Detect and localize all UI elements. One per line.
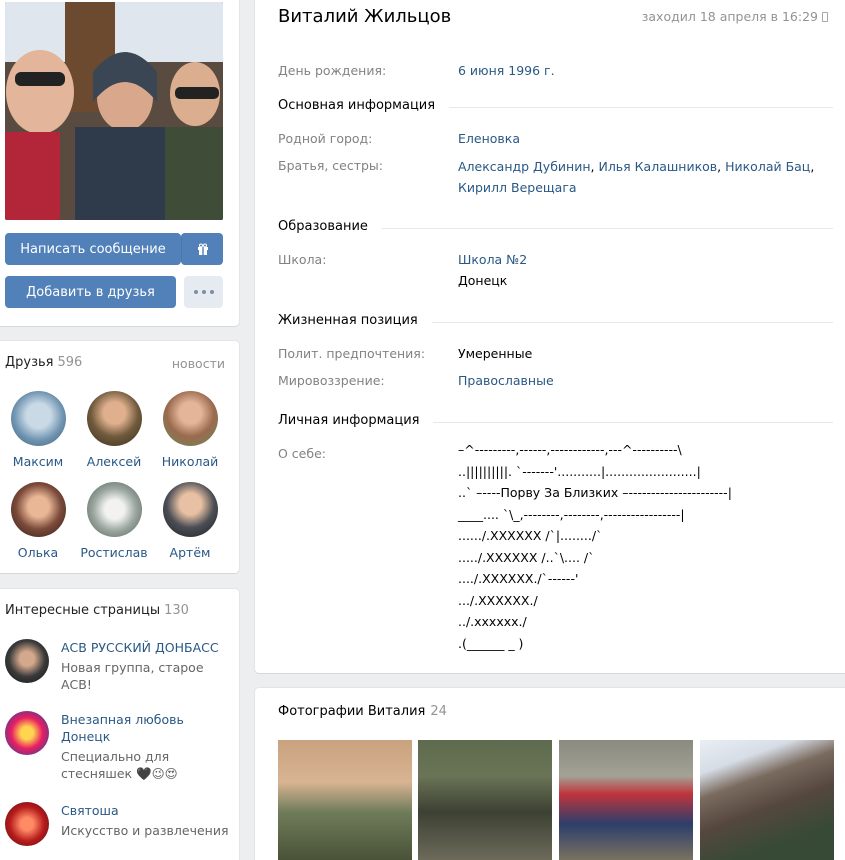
mobile-phone-icon: [822, 12, 828, 22]
interesting-pages-card: Интересные страницы 130 АСВ РУССКИЙ ДОНБА…: [0, 589, 239, 860]
friend-name[interactable]: Олька: [0, 545, 76, 560]
gift-icon: [197, 243, 208, 255]
sibling-link[interactable]: Александр Дубинин: [458, 159, 591, 174]
section-title: Образование: [278, 219, 382, 234]
photos-header[interactable]: Фотографии Виталия 24: [278, 704, 447, 719]
profile-avatar[interactable]: [5, 2, 223, 220]
send-message-button[interactable]: Написать сообщение: [5, 233, 181, 265]
page-title[interactable]: Святоша: [61, 802, 231, 819]
add-friend-button[interactable]: Добавить в друзья: [5, 276, 176, 308]
interesting-pages-count: 130: [164, 603, 189, 618]
friend-avatar[interactable]: [10, 391, 66, 446]
profile-card: Написать сообщение Добавить в друзья: [0, 0, 239, 326]
friends-card: Друзья 596 новости Максим Алексей Николай…: [0, 341, 239, 573]
school-label: Школа:: [278, 252, 327, 267]
page-subtitle: Искусство и развлечения: [61, 823, 229, 838]
more-actions-button[interactable]: [184, 276, 223, 308]
friend-item[interactable]: Олька: [0, 482, 76, 560]
friend-name[interactable]: Ростислав: [76, 545, 152, 560]
politics-value: Умеренные: [458, 346, 533, 361]
sibling-link[interactable]: Кирилл Верещага: [458, 180, 577, 195]
about-line: ...../.XXXXXX /..`\.... /`: [458, 549, 595, 565]
friends-updates-link[interactable]: новости: [172, 356, 225, 371]
profile-name: Виталий Жильцов: [278, 6, 452, 27]
photo-thumbnail[interactable]: [559, 740, 693, 860]
hometown-label: Родной город:: [278, 131, 373, 146]
about-line: ../.xxxxxx./: [458, 614, 527, 629]
page-subtitle: Специально для стесняшек 🖤😉😍: [61, 749, 178, 781]
interesting-pages-title[interactable]: Интересные страницы: [5, 603, 160, 618]
page-title[interactable]: Внезапная любовь Донецк: [61, 711, 231, 745]
profile-info-card: Виталий Жильцов заходил 18 апреля в 16:2…: [255, 0, 845, 673]
friends-count: 596: [57, 355, 83, 370]
friend-avatar[interactable]: [10, 482, 66, 537]
photo-thumbnail[interactable]: [278, 740, 412, 860]
friend-item[interactable]: Алексей: [76, 391, 152, 469]
about-text: –^---------,------,------------,---^----…: [458, 439, 732, 654]
friend-avatar[interactable]: [162, 391, 218, 446]
about-line: ..../.XXXXXX./`------': [458, 571, 579, 586]
sibling-link[interactable]: Николай Бац: [725, 159, 810, 174]
section-personal-info: Личная информация: [278, 413, 833, 431]
page-avatar[interactable]: [5, 639, 49, 683]
friend-avatar[interactable]: [86, 391, 142, 446]
section-life-position: Жизненная позиция: [278, 313, 833, 331]
friend-name[interactable]: Николай: [152, 454, 228, 469]
hometown-value[interactable]: Еленовка: [458, 131, 520, 146]
friends-title[interactable]: Друзья: [5, 355, 54, 370]
friend-item[interactable]: Николай: [152, 391, 228, 469]
page-title[interactable]: АСВ РУССКИЙ ДОНБАСС: [61, 639, 231, 656]
gift-button[interactable]: [181, 233, 223, 265]
page-subtitle: Новая группа, старое АСВ!: [61, 660, 204, 692]
friend-name[interactable]: Алексей: [76, 454, 152, 469]
about-line: ..` –----Порву За Близких –-------------…: [458, 485, 732, 500]
about-line: ..||||||||||. `-------'...........|.....…: [458, 463, 701, 479]
photos-card: Фотографии Виталия 24: [255, 688, 845, 860]
about-line: ....../.XXXXXX /`|......../`: [458, 528, 603, 543]
section-title: Основная информация: [278, 98, 450, 113]
section-title: Жизненная позиция: [278, 313, 432, 328]
friend-item[interactable]: Артём: [152, 482, 228, 560]
friend-name[interactable]: Артём: [152, 545, 228, 560]
section-main-info: Основная информация: [278, 98, 833, 116]
about-line: .../.XXXXXX./: [458, 592, 538, 608]
photo-thumbnail[interactable]: [418, 740, 552, 860]
about-line: ____.... `\_,--------,--------,---------…: [458, 506, 685, 522]
page-avatar[interactable]: [5, 802, 49, 846]
politics-label: Полит. предпочтения:: [278, 346, 426, 361]
friend-name[interactable]: Максим: [0, 454, 76, 469]
school-city: Донецк: [458, 273, 508, 288]
friend-avatar[interactable]: [162, 482, 218, 537]
about-line: .(______ _ ): [458, 635, 524, 651]
birthday-value[interactable]: 6 июня 1996 г.: [458, 63, 555, 78]
section-education: Образование: [278, 219, 833, 237]
siblings-list: Александр Дубинин, Илья Калашников, Нико…: [458, 159, 815, 195]
worldview-value[interactable]: Православные: [458, 373, 554, 388]
sibling-link[interactable]: Илья Калашников: [598, 159, 717, 174]
siblings-label: Братья, сестры:: [278, 158, 384, 173]
friend-item[interactable]: Ростислав: [76, 482, 152, 560]
school-value[interactable]: Школа №2: [458, 252, 527, 267]
photos-title[interactable]: Фотографии Виталия: [278, 704, 425, 719]
worldview-label: Мировоззрение:: [278, 373, 385, 388]
page-avatar[interactable]: [5, 711, 49, 755]
friend-item[interactable]: Максим: [0, 391, 76, 469]
friend-avatar[interactable]: [86, 482, 142, 537]
about-label: О себе:: [278, 446, 326, 461]
photo-thumbnail[interactable]: [700, 740, 834, 860]
birthday-label: День рождения:: [278, 63, 387, 78]
friends-header[interactable]: Друзья 596: [5, 355, 82, 370]
interesting-pages-header[interactable]: Интересные страницы 130: [5, 603, 189, 618]
section-title: Личная информация: [278, 413, 434, 428]
more-dots-icon: [193, 290, 214, 294]
about-line: –^---------,------,------------,---^----…: [458, 442, 682, 457]
photos-count: 24: [430, 704, 447, 719]
last-seen-status: заходил 18 апреля в 16:29: [641, 9, 818, 24]
